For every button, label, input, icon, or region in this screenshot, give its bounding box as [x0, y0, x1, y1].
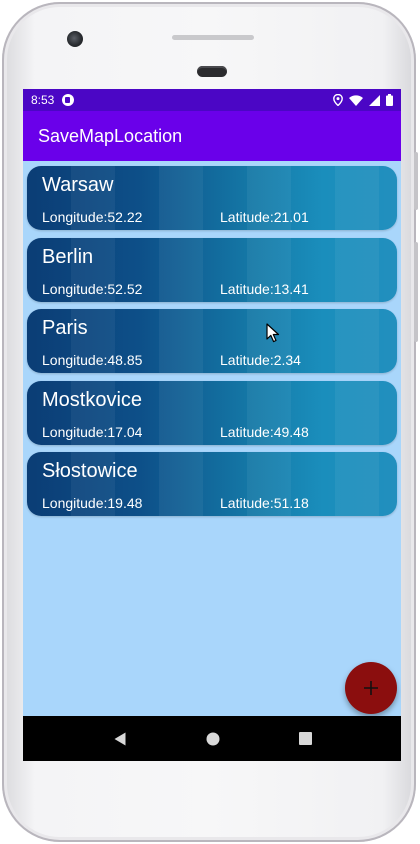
battery-icon	[386, 94, 393, 106]
home-icon[interactable]	[206, 732, 220, 746]
status-icons	[333, 94, 393, 106]
location-list: Warsaw Longitude:52.22 Latitude:21.01 Be…	[23, 161, 401, 516]
location-latitude: Latitude:49.48	[220, 423, 309, 440]
location-latitude: Latitude:51.18	[220, 495, 309, 511]
volume-button	[414, 242, 418, 342]
app-bar: SaveMapLocation	[23, 111, 401, 161]
location-longitude: Longitude:19.48	[42, 495, 143, 511]
mouse-cursor-icon	[266, 323, 280, 343]
location-name: Warsaw	[42, 174, 114, 196]
recents-icon[interactable]	[298, 732, 312, 745]
location-latitude: Latitude:2.34	[220, 352, 301, 368]
earpiece-speaker	[172, 35, 254, 40]
power-button	[414, 152, 418, 210]
add-location-button[interactable]	[345, 662, 397, 714]
app-title: SaveMapLocation	[38, 125, 183, 146]
plus-icon	[364, 681, 378, 695]
wifi-icon	[349, 94, 363, 106]
location-name: Paris	[42, 317, 88, 339]
screen: 8:53 SaveMapLocation Warsaw Longitude:52…	[23, 89, 401, 761]
app-notification-icon	[62, 94, 75, 106]
location-longitude: Longitude:52.52	[42, 280, 143, 297]
navigation-bar	[23, 716, 401, 761]
phone-frame: 8:53 SaveMapLocation Warsaw Longitude:52…	[2, 2, 418, 842]
front-camera	[67, 31, 83, 47]
location-latitude: Latitude:21.01	[220, 209, 309, 225]
status-time: 8:53	[31, 93, 55, 107]
signal-icon	[369, 94, 380, 106]
location-card[interactable]: Słostowice Longitude:19.48 Latitude:51.1…	[27, 452, 397, 516]
location-name: Mostkovice	[42, 388, 143, 411]
location-card[interactable]: Mostkovice Longitude:17.04 Latitude:49.4…	[27, 380, 397, 445]
location-card[interactable]: Berlin Longitude:52.52 Latitude:13.41	[27, 237, 397, 302]
location-latitude: Latitude:13.41	[220, 280, 309, 297]
location-longitude: Longitude:52.22	[42, 209, 143, 225]
location-longitude: Longitude:17.04	[42, 423, 143, 440]
status-bar: 8:53	[23, 89, 401, 111]
location-icon	[333, 94, 343, 106]
location-name: Berlin	[42, 245, 94, 268]
location-longitude: Longitude:48.85	[42, 352, 143, 368]
location-name: Słostowice	[42, 460, 138, 482]
location-card[interactable]: Warsaw Longitude:52.22 Latitude:21.01	[27, 166, 397, 230]
location-card[interactable]: Paris Longitude:48.85 Latitude:2.34	[27, 309, 397, 373]
back-icon[interactable]	[113, 732, 127, 746]
proximity-sensor	[197, 66, 227, 77]
